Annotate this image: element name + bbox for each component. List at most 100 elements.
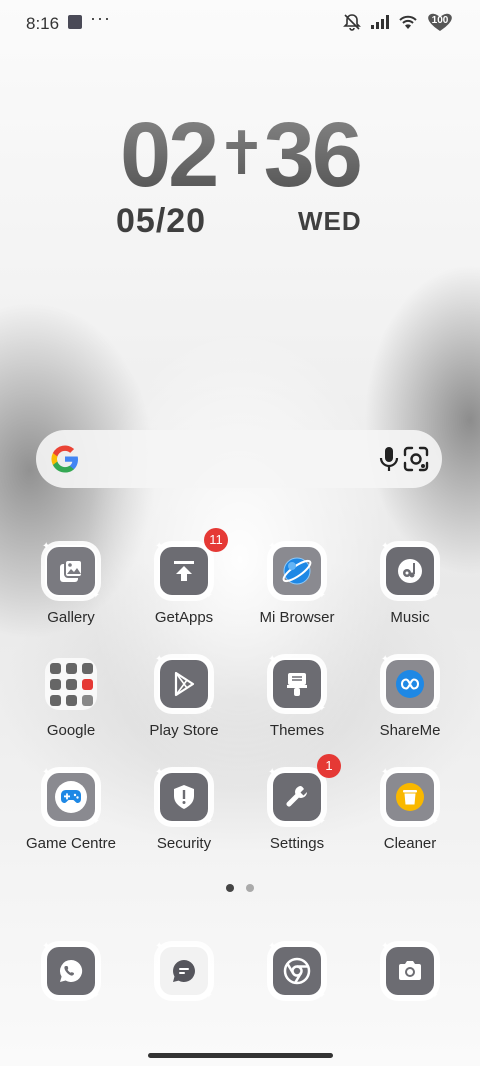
clock-date: 05/20 bbox=[116, 202, 207, 240]
dock-messages[interactable]: ✦ ✦ bbox=[128, 941, 240, 1001]
app-label: ShareMe bbox=[379, 722, 441, 739]
sparkle-icon: ✦ bbox=[91, 816, 100, 827]
cleaner-bin-icon bbox=[386, 773, 434, 821]
sparkle-icon: ✦ bbox=[155, 541, 164, 552]
notification-badge: 1 bbox=[317, 754, 341, 778]
app-label: Gallery bbox=[47, 609, 95, 626]
gamepad-icon bbox=[47, 773, 95, 821]
app-icon-frame: 1 ✦ ✦ bbox=[268, 754, 341, 827]
sparkle-icon: ✦ bbox=[430, 590, 439, 601]
app-icon-frame: ✦ ✦ bbox=[381, 767, 439, 827]
status-bar: 8:16 ··· 100 bbox=[0, 0, 480, 46]
sparkle-icon: ✦ bbox=[155, 941, 164, 952]
app-label: GetApps bbox=[154, 609, 214, 626]
sparkle-icon: ✦ bbox=[381, 654, 390, 665]
sparkle-icon: ✦ bbox=[204, 590, 213, 601]
folder-mini-icon bbox=[49, 678, 61, 690]
app-icon-frame bbox=[45, 658, 97, 710]
clock-widget[interactable]: 02✝36 05/20 WED bbox=[0, 104, 480, 240]
page-dot[interactable] bbox=[246, 884, 254, 892]
sparkle-icon: ✦ bbox=[268, 767, 277, 778]
sparkle-icon: ✦ bbox=[317, 590, 326, 601]
page-indicator[interactable] bbox=[226, 884, 254, 892]
dock-whatsapp[interactable]: ✦ ✦ bbox=[15, 941, 127, 1001]
sparkle-icon: ✦ bbox=[155, 654, 164, 665]
app-icon-frame: ✦ ✦ bbox=[42, 941, 100, 1001]
app-icon-frame: ✦ ✦ bbox=[155, 767, 213, 827]
sparkle-icon: ✦ bbox=[381, 767, 390, 778]
folder-mini-icon bbox=[81, 694, 93, 706]
app-shareme[interactable]: ✦ ✦ ShareMe bbox=[354, 654, 466, 739]
clock-weekday: WED bbox=[298, 206, 362, 236]
app-icon-frame: ✦ ✦ bbox=[42, 541, 100, 601]
clock-hours: 02 bbox=[120, 104, 217, 206]
sparkle-icon: ✦ bbox=[42, 541, 51, 552]
microphone-icon[interactable] bbox=[378, 445, 400, 473]
app-label: Cleaner bbox=[383, 835, 437, 852]
clock-time: 02✝36 bbox=[0, 104, 480, 205]
gallery-icon bbox=[47, 547, 95, 595]
app-icon-frame: ✦ ✦ bbox=[155, 941, 213, 1001]
app-game-centre[interactable]: ✦ ✦ Game Centre bbox=[15, 767, 127, 852]
dock-chrome[interactable]: ✦ ✦ bbox=[241, 941, 353, 1001]
folder-mini-icon bbox=[65, 678, 77, 690]
gesture-home-bar[interactable] bbox=[148, 1053, 333, 1058]
more-dots-icon: ··· bbox=[90, 8, 111, 28]
sparkle-icon: ✦ bbox=[204, 703, 213, 714]
notification-badge: 11 bbox=[204, 528, 228, 552]
app-label: Play Store bbox=[149, 722, 219, 739]
google-search-bar[interactable] bbox=[36, 430, 442, 488]
sparkle-icon: ✦ bbox=[155, 767, 164, 778]
sparkle-icon: ✦ bbox=[91, 590, 100, 601]
folder-mini-icon bbox=[49, 662, 61, 674]
app-label: Google bbox=[46, 722, 96, 739]
app-label: Security bbox=[156, 835, 212, 852]
sparkle-icon: ✦ bbox=[91, 990, 100, 1001]
folder-mini-icon bbox=[81, 678, 93, 690]
app-themes[interactable]: ✦ ✦ Themes bbox=[241, 654, 353, 739]
app-label: Themes bbox=[269, 722, 325, 739]
play-store-icon bbox=[160, 660, 208, 708]
folder-mini-icon bbox=[65, 694, 77, 706]
music-icon bbox=[386, 547, 434, 595]
sparkle-icon: ✦ bbox=[317, 816, 326, 827]
app-icon-frame: ✦ ✦ bbox=[381, 941, 439, 1001]
app-label: Settings bbox=[269, 835, 325, 852]
app-cleaner[interactable]: ✦ ✦ Cleaner bbox=[354, 767, 466, 852]
app-icon-frame: ✦ ✦ bbox=[268, 941, 326, 1001]
app-google-folder[interactable]: Google bbox=[15, 658, 127, 739]
battery-level: 100 bbox=[431, 15, 449, 26]
app-mi-browser[interactable]: ✦ ✦ Mi Browser bbox=[241, 541, 353, 626]
app-icon-frame: ✦ ✦ bbox=[381, 654, 439, 714]
page-dot-active[interactable] bbox=[226, 884, 234, 892]
getapps-icon bbox=[160, 547, 208, 595]
app-getapps[interactable]: 11 ✦ ✦ GetApps bbox=[128, 528, 240, 626]
sparkle-icon: ✦ bbox=[430, 703, 439, 714]
dock-camera[interactable]: ✦ ✦ bbox=[354, 941, 466, 1001]
app-security[interactable]: ✦ ✦ Security bbox=[128, 767, 240, 852]
camera-icon bbox=[386, 947, 434, 995]
sparkle-icon: ✦ bbox=[381, 941, 390, 952]
app-label: Mi Browser bbox=[259, 609, 335, 626]
sparkle-icon: ✦ bbox=[317, 990, 326, 1001]
security-shield-icon bbox=[160, 773, 208, 821]
folder-mini-icon bbox=[81, 662, 93, 674]
app-play-store[interactable]: ✦ ✦ Play Store bbox=[128, 654, 240, 739]
app-gallery[interactable]: ✦ ✦ Gallery bbox=[15, 541, 127, 626]
signal-icon bbox=[371, 15, 389, 29]
app-settings[interactable]: 1 ✦ ✦ Settings bbox=[241, 754, 353, 852]
whatsapp-icon bbox=[47, 947, 95, 995]
sparkle-icon: ✦ bbox=[268, 654, 277, 665]
notification-square-icon bbox=[68, 15, 82, 29]
app-label: Game Centre bbox=[25, 835, 117, 852]
wifi-icon bbox=[399, 15, 417, 29]
app-icon-frame: ✦ ✦ bbox=[381, 541, 439, 601]
folder-mini-icon bbox=[49, 694, 61, 706]
themes-icon bbox=[273, 660, 321, 708]
lens-icon[interactable] bbox=[402, 445, 430, 473]
status-time: 8:16 bbox=[26, 14, 60, 33]
google-folder-icon bbox=[49, 662, 93, 706]
sparkle-icon: ✦ bbox=[42, 767, 51, 778]
sparkle-icon: ✦ bbox=[381, 541, 390, 552]
app-music[interactable]: ✦ ✦ Music bbox=[354, 541, 466, 626]
